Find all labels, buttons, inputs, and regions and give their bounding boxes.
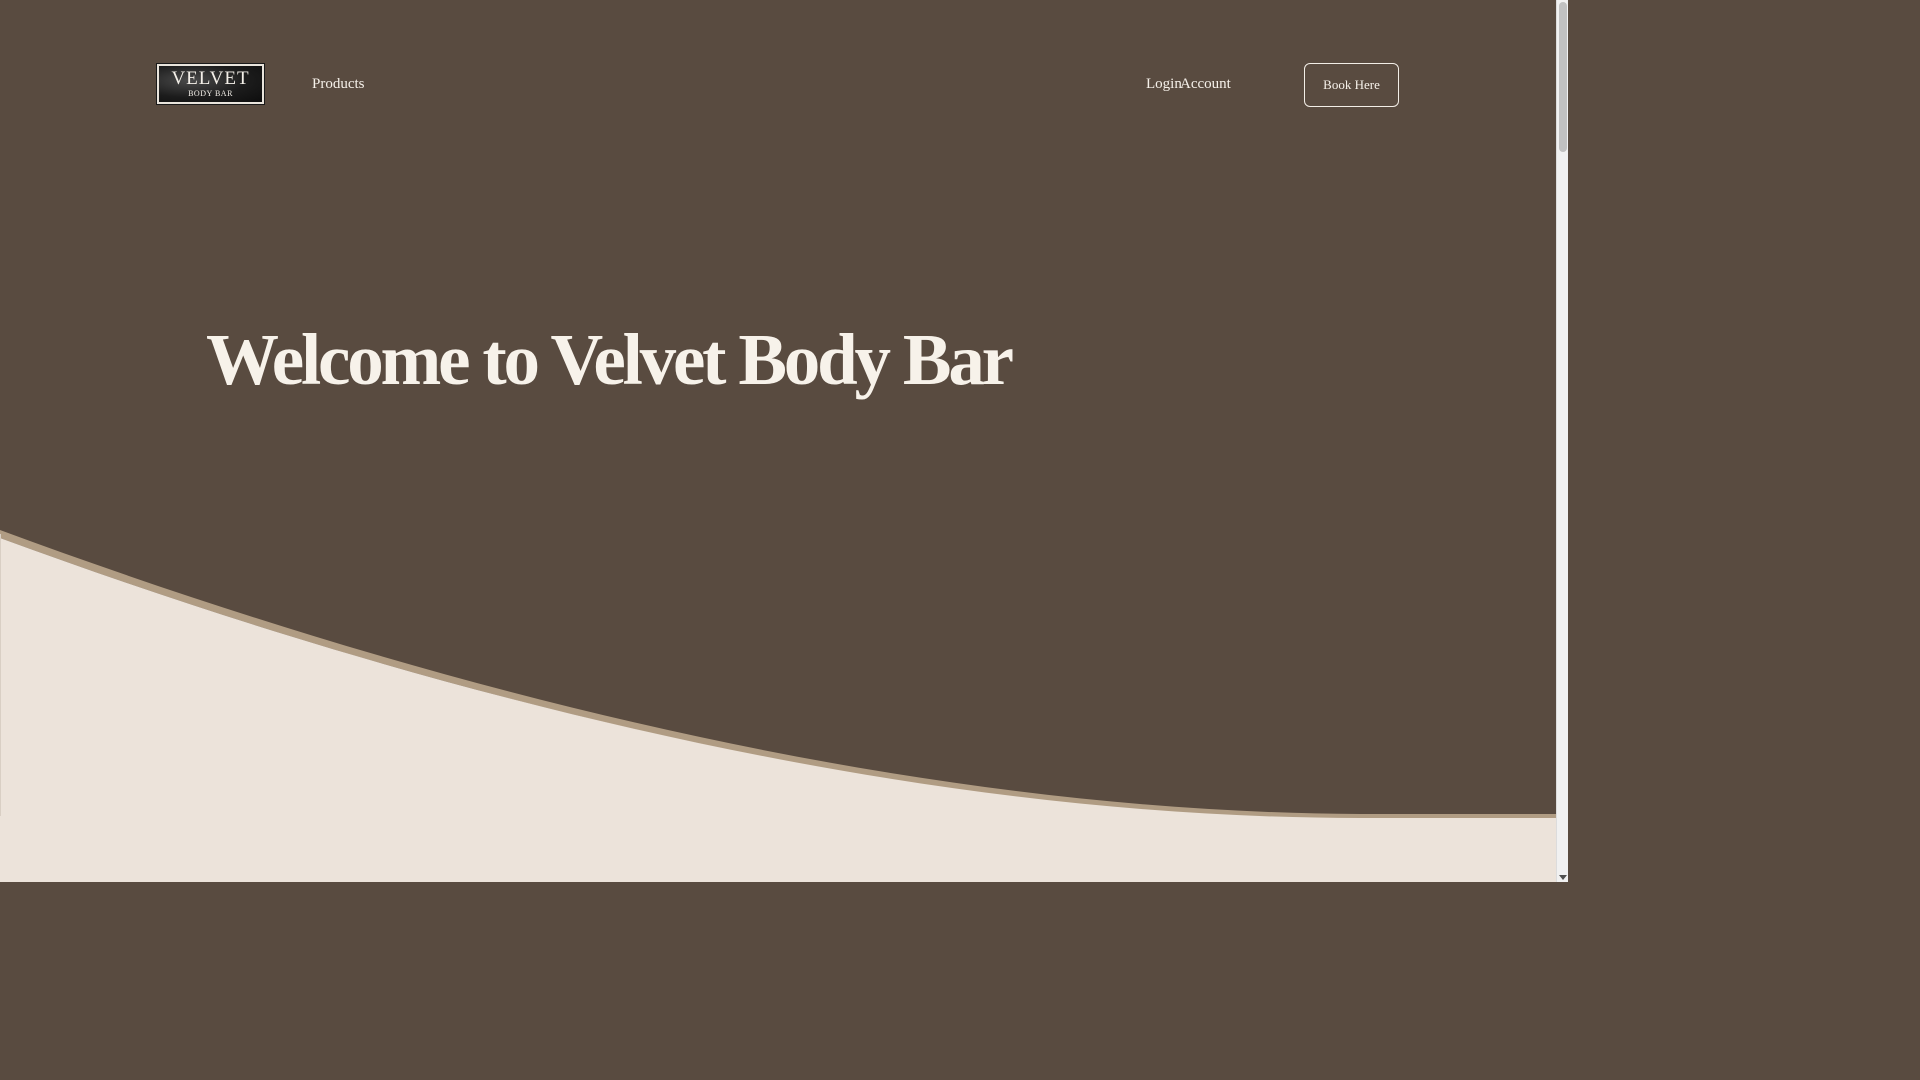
nav-login-link[interactable]: Login <box>1146 75 1182 93</box>
velvet-logo[interactable]: VELVET BODY BAR <box>157 64 264 104</box>
nav-account-link[interactable]: Account <box>1180 75 1231 93</box>
nav-products-link[interactable]: Products <box>312 75 365 93</box>
vertical-scrollbar[interactable] <box>1556 0 1568 882</box>
page: VELVET BODY BAR Products Login Account B… <box>0 0 1556 882</box>
logo-subtitle: BODY BAR <box>188 89 233 98</box>
wave-divider <box>0 530 1556 882</box>
wave-cream-fill <box>0 538 1556 882</box>
scroll-down-arrow-icon[interactable] <box>1559 875 1567 880</box>
book-here-button[interactable]: Book Here <box>1304 63 1399 107</box>
scrollbar-thumb[interactable] <box>1559 2 1567 152</box>
logo-title: VELVET <box>171 68 250 89</box>
hero-title: Welcome to Velvet Body Bar <box>206 319 1014 400</box>
